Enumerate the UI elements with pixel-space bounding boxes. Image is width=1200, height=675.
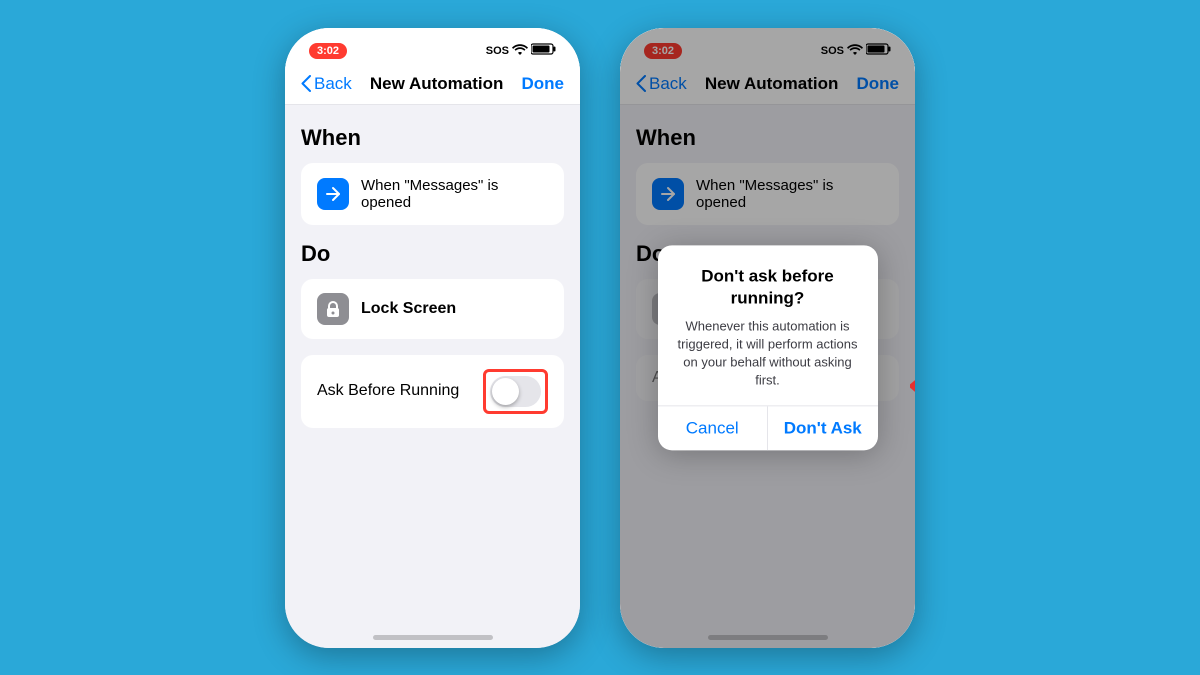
done-button-left[interactable]: Done <box>522 74 565 94</box>
nav-bar-left: Back New Automation Done <box>285 66 580 105</box>
action-text-left: Lock Screen <box>361 300 456 318</box>
dont-ask-button[interactable]: Don't Ask <box>768 407 878 451</box>
wifi-icon-left <box>512 42 528 60</box>
battery-icon-left <box>531 42 556 60</box>
dialog-message: Whenever this automation is triggered, i… <box>674 317 862 390</box>
nav-title-left: New Automation <box>370 74 503 94</box>
do-title-left: Do <box>301 241 564 267</box>
status-bar-left: 3:02 SOS <box>285 28 580 66</box>
phone-right: 3:02 SOS Back New Automation Done <box>620 28 915 648</box>
ask-toggle-left[interactable] <box>490 376 541 407</box>
content-left: When When "Messages" is opened Do Lock S… <box>285 105 580 448</box>
sos-label-left: SOS <box>486 45 509 57</box>
trigger-text-left: When "Messages" is opened <box>361 177 548 211</box>
phone-left: 3:02 SOS Back New Automation Done <box>285 28 580 648</box>
trigger-card-left[interactable]: When "Messages" is opened <box>301 163 564 225</box>
dialog-body: Don't ask before running? Whenever this … <box>658 245 878 406</box>
ask-label-left: Ask Before Running <box>317 382 459 400</box>
cancel-button[interactable]: Cancel <box>658 407 769 451</box>
when-title-left: When <box>301 125 564 151</box>
toggle-knob-left <box>492 378 519 405</box>
back-button-left[interactable]: Back <box>301 74 352 94</box>
arrow-container <box>910 368 915 409</box>
home-indicator-left <box>373 635 493 640</box>
phone-left-screen: 3:02 SOS Back New Automation Done <box>285 28 580 648</box>
lock-icon-left <box>317 293 349 325</box>
dialog-buttons: Cancel Don't Ask <box>658 406 878 451</box>
action-card-left[interactable]: Lock Screen <box>301 279 564 339</box>
red-arrow-icon <box>910 368 915 404</box>
dialog: Don't ask before running? Whenever this … <box>658 245 878 451</box>
trigger-icon-left <box>317 178 349 210</box>
toggle-highlight <box>483 369 548 414</box>
status-time-left: 3:02 <box>309 43 347 59</box>
ask-row-left: Ask Before Running <box>301 355 564 428</box>
dialog-title: Don't ask before running? <box>674 265 862 309</box>
